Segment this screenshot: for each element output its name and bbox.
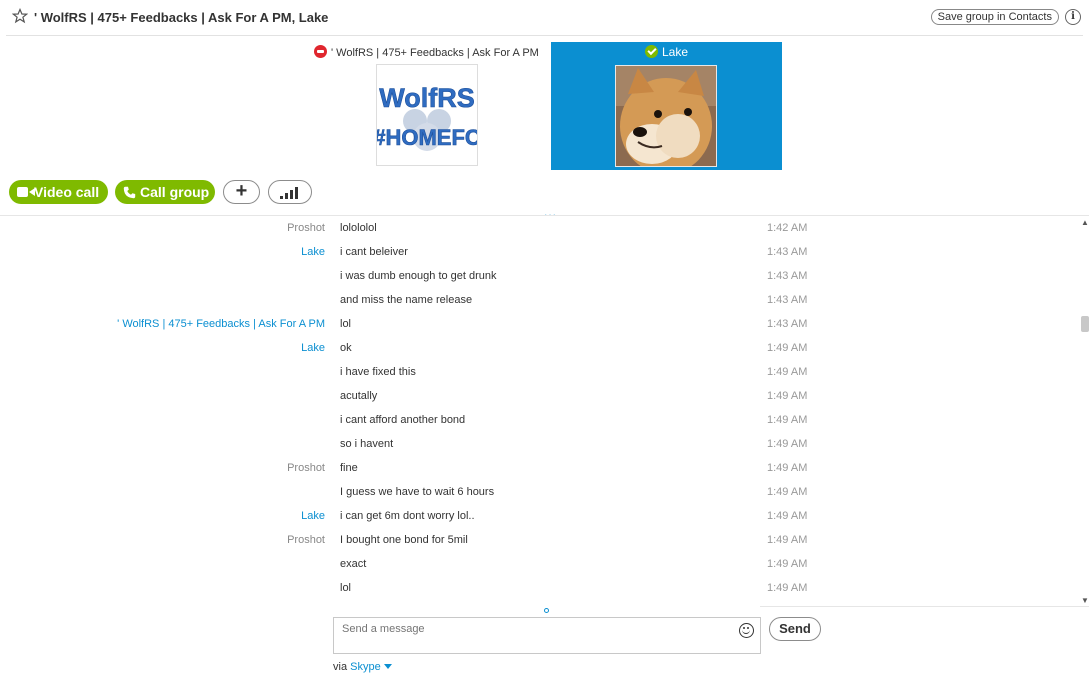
phone-icon [123, 186, 136, 199]
message-sender[interactable]: Lake [301, 240, 325, 264]
avatar-image: WolfRS #HOMEFC [377, 65, 477, 165]
message-text: i can get 6m dont worry lol.. [340, 510, 475, 522]
message-time: 1:43 AM [767, 246, 808, 258]
participant-name: ' WolfRS | 475+ Feedbacks | Ask For A PM [314, 45, 544, 59]
message-time: 1:49 AM [767, 510, 808, 522]
video-call-button[interactable]: Video call [9, 180, 108, 204]
message-row: Proshot fine 1:49 AM [0, 456, 1080, 480]
message-text: i was dumb enough to get drunk [340, 270, 497, 282]
message-time: 1:49 AM [767, 342, 808, 354]
participant-name: Lake [551, 45, 782, 59]
message-row: I guess we have to wait 6 hours 1:49 AM [0, 480, 1080, 504]
participant-wolfrs[interactable]: ' WolfRS | 475+ Feedbacks | Ask For A PM… [314, 42, 544, 170]
add-participant-button[interactable]: + [223, 180, 260, 204]
message-time: 1:49 AM [767, 414, 808, 426]
message-text: and miss the name release [340, 294, 473, 306]
message-row: i cant afford another bond 1:49 AM [0, 408, 1080, 432]
message-time: 1:49 AM [767, 582, 808, 594]
video-camera-icon [17, 187, 35, 197]
call-quality-button[interactable] [268, 180, 312, 204]
message-text: i have fixed this [340, 366, 416, 378]
message-text: lolololol [340, 222, 377, 234]
scroll-thumb[interactable] [1081, 316, 1089, 332]
message-row: i was dumb enough to get drunk 1:43 AM [0, 264, 1080, 288]
message-time: 1:42 AM [767, 222, 808, 234]
message-time: 1:49 AM [767, 390, 808, 402]
message-row: lol 1:49 AM [0, 576, 1080, 600]
message-row: Lake ok 1:49 AM [0, 336, 1080, 360]
message-sender[interactable]: Proshot [287, 216, 325, 240]
message-time: 1:49 AM [767, 462, 808, 474]
divider [760, 606, 1089, 607]
message-text: so i havent [340, 438, 394, 450]
chat-scrollbar[interactable]: ▲ ▼ [1081, 218, 1089, 606]
online-status-icon [644, 45, 658, 58]
message-text: lol [340, 582, 352, 594]
message-sender[interactable]: Proshot [287, 456, 325, 480]
message-sender[interactable]: Lake [301, 504, 325, 528]
avatar[interactable]: ⓢ ▾ [615, 65, 717, 167]
message-row: Proshot I bought one bond for 5mil 1:49 … [0, 528, 1080, 552]
scroll-down-arrow-icon[interactable]: ▼ [1081, 596, 1089, 606]
via-selector[interactable]: via Skype [333, 661, 392, 673]
avatar-text-top: WolfRS [379, 83, 475, 113]
star-icon[interactable] [12, 8, 28, 24]
message-row: Lake i cant beleiver 1:43 AM [0, 240, 1080, 264]
dog-avatar-image [616, 66, 716, 166]
message-row: and miss the name release 1:43 AM [0, 288, 1080, 312]
typing-indicator-icon [544, 608, 549, 613]
avatar[interactable]: WolfRS #HOMEFC [376, 64, 478, 166]
message-text: i cant beleiver [340, 246, 408, 258]
save-group-button[interactable]: Save group in Contacts [930, 9, 1059, 25]
message-time: 1:43 AM [767, 318, 808, 330]
info-icon[interactable]: i [1065, 9, 1081, 25]
plus-icon: + [235, 180, 248, 202]
message-row: Proshot lolololol 1:42 AM [0, 216, 1080, 240]
signal-bars-icon [280, 187, 298, 199]
conversation-header: ' WolfRS | 475+ Feedbacks | Ask For A PM… [6, 0, 1083, 36]
message-sender[interactable]: ' WolfRS | 475+ Feedbacks | Ask For A PM [117, 312, 325, 336]
message-text: I guess we have to wait 6 hours [340, 486, 495, 498]
scroll-up-arrow-icon[interactable]: ▲ [1081, 218, 1089, 228]
message-sender[interactable]: Lake [301, 336, 325, 360]
message-row: Lake i can get 6m dont worry lol.. 1:49 … [0, 504, 1080, 528]
conversation-title: ' WolfRS | 475+ Feedbacks | Ask For A PM… [34, 10, 329, 25]
message-time: 1:49 AM [767, 534, 808, 546]
message-row: ' WolfRS | 475+ Feedbacks | Ask For A PM… [0, 312, 1080, 336]
emoticon-icon[interactable] [739, 623, 754, 638]
message-text: ok [340, 342, 352, 354]
message-row: exact 1:49 AM [0, 552, 1080, 576]
message-time: 1:49 AM [767, 558, 808, 570]
message-text: exact [340, 558, 367, 570]
chevron-down-icon[interactable] [383, 664, 392, 669]
message-text: acutally [340, 390, 378, 402]
offline-status-icon [314, 45, 327, 58]
message-text: lol [340, 318, 352, 330]
call-group-button[interactable]: Call group [115, 180, 215, 204]
message-time: 1:43 AM [767, 294, 808, 306]
message-input[interactable] [333, 617, 761, 654]
message-time: 1:49 AM [767, 438, 808, 450]
send-button[interactable]: Send [769, 617, 821, 641]
message-time: 1:49 AM [767, 486, 808, 498]
via-skype-link[interactable]: Skype [350, 661, 381, 673]
avatar-text-bottom: #HOMEFC [377, 125, 477, 150]
message-time: 1:43 AM [767, 270, 808, 282]
message-text: i cant afford another bond [340, 414, 466, 426]
message-time: 1:49 AM [767, 366, 808, 378]
message-text: I bought one bond for 5mil [340, 534, 468, 546]
message-sender[interactable]: Proshot [287, 528, 325, 552]
message-row: acutally 1:49 AM [0, 384, 1080, 408]
message-row: i have fixed this 1:49 AM [0, 360, 1080, 384]
chat-history[interactable]: Proshot lolololol 1:42 AM Lake i cant be… [0, 216, 1080, 606]
participant-lake[interactable]: Lake ⓢ ▾ [551, 42, 782, 170]
message-text: fine [340, 462, 358, 474]
message-row: so i havent 1:49 AM [0, 432, 1080, 456]
